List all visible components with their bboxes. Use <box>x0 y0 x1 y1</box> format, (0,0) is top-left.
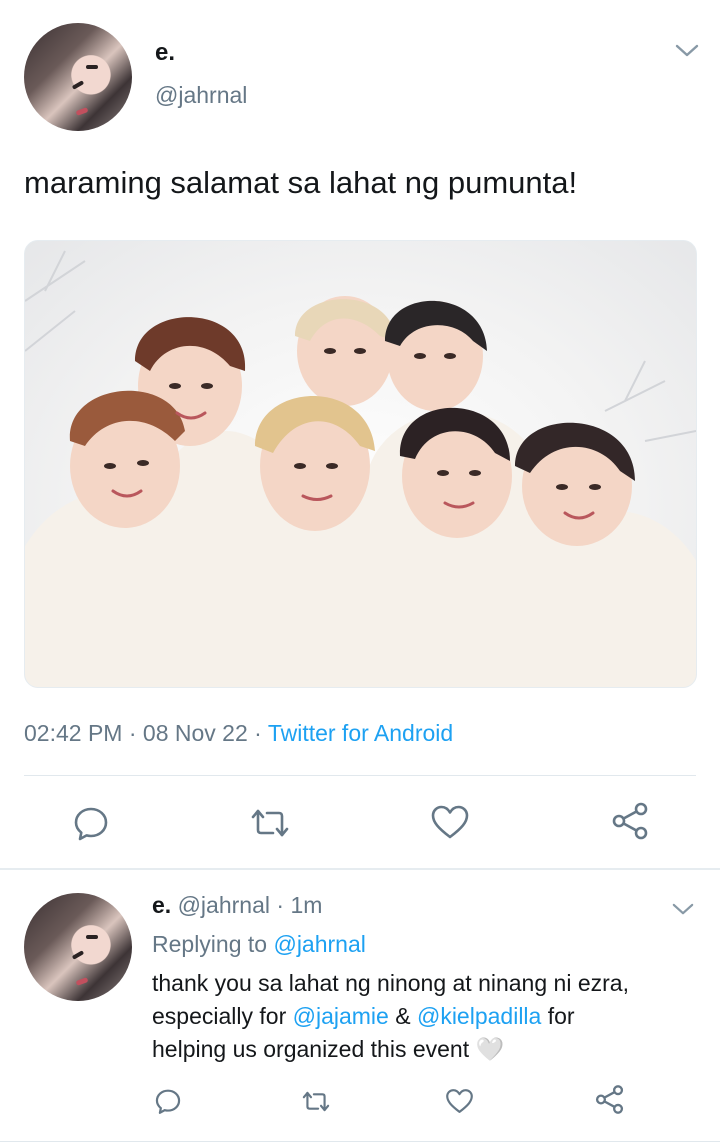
reply-reply-button[interactable] <box>154 1087 182 1115</box>
reply-age: 1m <box>290 892 323 918</box>
group-photo-image <box>25 250 696 687</box>
reply-like-button[interactable] <box>445 1088 474 1114</box>
retweet-button[interactable] <box>249 806 291 840</box>
chevron-down-icon <box>672 903 694 915</box>
reply-text-fragment: & <box>388 1003 417 1029</box>
replying-to-label: Replying to <box>152 931 274 957</box>
reply-retweet-button[interactable] <box>301 1089 331 1114</box>
reply-handle[interactable]: @jahrnal <box>178 892 270 918</box>
reply-separator: · <box>276 892 285 918</box>
share-button[interactable] <box>610 801 650 841</box>
display-name[interactable]: e. <box>155 39 175 67</box>
section-divider <box>0 868 720 870</box>
mention-link[interactable]: @jajamie <box>293 1003 389 1029</box>
tweet-text: maraming salamat sa lahat ng pumunta! <box>24 165 578 200</box>
reply-button[interactable] <box>72 804 110 842</box>
user-handle[interactable]: @jahrnal <box>155 82 247 109</box>
meta-separator: · <box>254 720 262 746</box>
tweet-meta: 02:42 PM · 08 Nov 22 · Twitter for Andro… <box>24 720 453 747</box>
white-heart-emoji: 🤍 <box>475 1036 505 1062</box>
divider <box>24 775 696 776</box>
reply-text-fragment: especially for <box>152 1003 293 1029</box>
replying-to: Replying to @jahrnal <box>152 927 366 961</box>
avatar[interactable] <box>24 23 132 131</box>
reply-icon <box>74 807 108 841</box>
share-icon <box>612 802 648 840</box>
more-options-button[interactable] <box>675 44 701 64</box>
reply-display-name[interactable]: e. <box>152 892 171 918</box>
bottom-divider <box>0 1141 720 1142</box>
heart-icon <box>431 805 469 839</box>
retweet-icon <box>302 1091 330 1112</box>
share-icon <box>595 1085 624 1114</box>
reply-more-options-button[interactable] <box>672 903 698 923</box>
reply-header: e. @jahrnal · 1m <box>152 888 322 922</box>
reply-icon <box>155 1089 181 1114</box>
reply-text-line-2: especially for @jajamie & @kielpadilla f… <box>152 999 575 1033</box>
tweet-photo[interactable] <box>24 240 697 688</box>
reply-text-fragment: helping us organized this event <box>152 1036 470 1062</box>
reply-share-button[interactable] <box>594 1084 625 1115</box>
reply-text-line-3: helping us organized this event 🤍 <box>152 1032 504 1066</box>
reply-text-fragment: for <box>541 1003 575 1029</box>
retweet-icon <box>251 809 289 837</box>
reply-avatar[interactable] <box>24 893 132 1001</box>
meta-separator: · <box>128 720 137 746</box>
tweet-time: 02:42 PM <box>24 720 123 746</box>
tweet-source-link[interactable]: Twitter for Android <box>268 720 453 746</box>
replying-to-mention[interactable]: @jahrnal <box>273 931 365 957</box>
like-button[interactable] <box>430 804 470 840</box>
reply-text-line-1: thank you sa lahat ng ninong at ninang n… <box>152 970 629 996</box>
heart-icon <box>446 1089 473 1113</box>
chevron-down-icon <box>675 44 699 57</box>
tweet-date: 08 Nov 22 <box>142 720 248 746</box>
mention-link[interactable]: @kielpadilla <box>417 1003 541 1029</box>
